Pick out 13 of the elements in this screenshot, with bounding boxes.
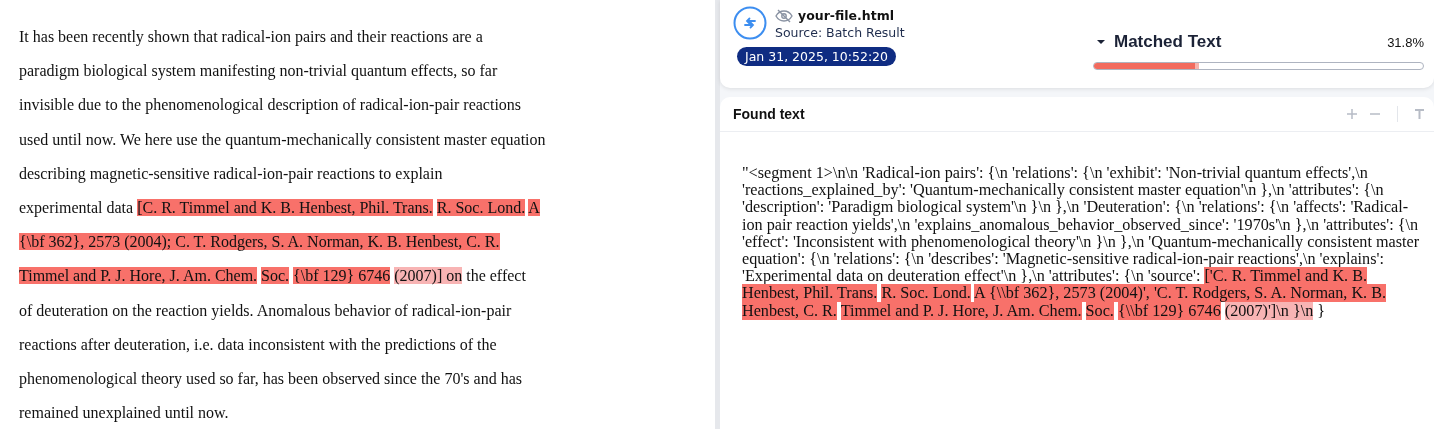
text-format-icon[interactable] — [1415, 109, 1424, 119]
date-badge: Jan 31, 2025, 10:52:20 — [737, 47, 896, 66]
metric-label: Matched Text — [1114, 32, 1222, 52]
metric-percent: 31.8% — [1387, 34, 1424, 50]
caret-icon[interactable] — [1097, 39, 1105, 45]
panel-title: Found text — [733, 106, 805, 122]
compare-arrows-icon — [733, 6, 767, 40]
file-name: your-file.html — [798, 8, 894, 23]
source-label: Source: Batch Result — [775, 25, 905, 40]
zoom-in-icon[interactable] — [1347, 109, 1357, 119]
hidden-eye-icon[interactable] — [775, 8, 793, 23]
found-text-body: "<segment 1>\n\n 'Radical-ion pairs': {\n 'relations': {\n 'exhibit': 'Non-trivial quantum effects',\n 'reactions_explained_by': 'Quantum-mechanically consistent master equation'\n },\n 'attributes': {\n 'description': 'Paradigm biological system'\n }\n },\n 'Deuteration': {\n 'relations': {\n 'affects': 'Radical-ion pair reaction yields',\n 'explains_anomalous_behavior_observed_since': '1970s'\n },\n 'attributes': {\n 'effect': 'Inconsistent with phenomenological theory'\n }\n },\n 'Quantum-mechanically consistent master equation': {\n 'relations': {\n 'describes': 'Magnetic-sensitive radical-ion-pair reactions',\n 'explains': 'Experimental data on deuteration effect'\n },\n 'attributes': {\n 'source': ['C. R. Timmel and K. B. Henbest, Phil. Trans. R. Soc. Lond. A {\\bf 362}, 2573 (2004)', 'C. T. Rodgers, S. A. Norman, K. B. Henbest, C. R. Timmel and P. J. Hore, J. Am. Chem. Soc. {\\bf 129} 6746 (2007)']\n }\n } — [742, 165, 1420, 320]
document-paragraph: It has been recently shown that radical-ion pairs and their reactions are a paradigm biological system manifesting non-trivial quantum effects, so far invisible due to the phenomenological description of radical-ion-pair reactions used until now. We here use the quantum-mechanically consistent master equation describing magnetic-sensitive radical-ion-pair reactions to explain experimental data [C. R. Timmel and K. B. Henbest, Phil. Trans. R. Soc. Lond. A {\bf 362}, 2573 (2004); C. T. Rodgers, S. A. Norman, K. B. Henbest, C. R. Timmel and P. J. Hore, J. Am. Chem. Soc. {\bf 129} 6746 (2007)] on the effect of deuteration on the reaction yields. Anomalous behavior of radical-ion-pair reactions after deuteration, i.e. data inconsistent with the predictions of the phenomenological theory used so far, has been observed since the 70's and has remained unexplained until now. — [19, 27, 547, 424]
